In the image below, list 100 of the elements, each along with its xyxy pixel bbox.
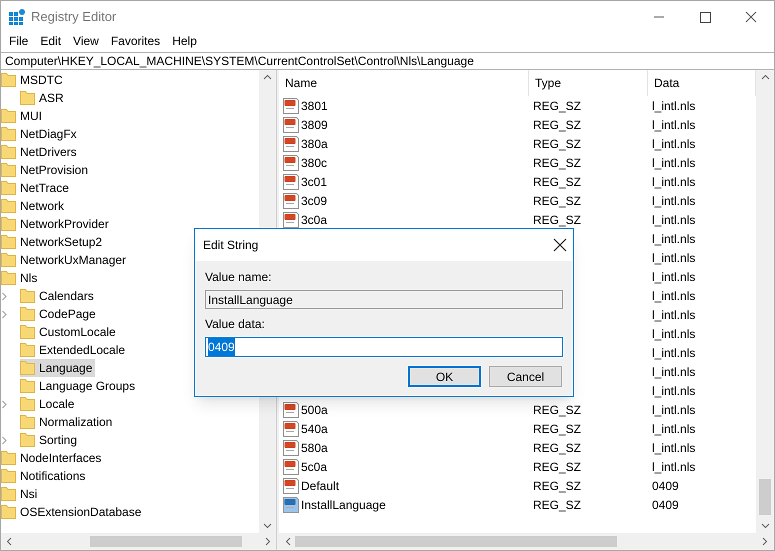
scroll-down-icon[interactable] — [760, 523, 770, 529]
value-type: REG_SZ — [533, 212, 582, 226]
scroll-up-icon[interactable] — [263, 74, 272, 80]
tree-item[interactable]: MSDTC — [1, 71, 66, 89]
tree-item[interactable]: ASR — [20, 89, 67, 107]
menu-item[interactable]: File — [3, 32, 34, 50]
value-name[interactable]: Default — [301, 476, 340, 494]
tree-item[interactable]: NetworkUxManager — [1, 251, 130, 269]
scroll-left-icon[interactable] — [6, 537, 12, 546]
tree-item[interactable]: Language Groups — [20, 377, 138, 395]
tree-item[interactable]: Normalization — [20, 413, 116, 431]
scroll-thumb[interactable] — [295, 536, 617, 547]
value-data: l_intl.nls — [652, 212, 696, 226]
tree-item[interactable]: NodeInterfaces — [1, 449, 104, 467]
value-data: l_intl.nls — [652, 136, 696, 150]
tree-item[interactable]: ExtendedLocale — [20, 341, 128, 359]
tree-item[interactable]: NetDrivers — [1, 143, 80, 161]
horizontal-scrollbar[interactable] — [279, 533, 774, 550]
value-type: REG_SZ — [533, 98, 582, 112]
tree-item[interactable]: CodePage — [20, 305, 99, 323]
folder-icon — [20, 414, 36, 430]
tree-item[interactable]: NetProvision — [1, 161, 92, 179]
value-data: l_intl.nls — [652, 174, 696, 188]
vertical-scrollbar[interactable] — [756, 70, 774, 533]
value-data: l_intl.nls — [652, 460, 696, 474]
value-type: REG_SZ — [533, 156, 582, 170]
value-name[interactable]: 3c0a — [301, 210, 328, 228]
folder-icon — [1, 198, 17, 214]
tree-item[interactable]: Sorting — [20, 431, 80, 449]
value-name[interactable]: 580a — [301, 438, 328, 456]
folder-icon — [1, 108, 17, 124]
scroll-right-icon[interactable] — [762, 537, 768, 546]
value-name[interactable]: 3809 — [301, 116, 328, 134]
folder-icon — [1, 216, 17, 232]
value-name[interactable]: 3c09 — [301, 192, 328, 210]
menu-item[interactable]: Favorites — [104, 32, 166, 50]
scroll-left-icon[interactable] — [285, 537, 291, 546]
value-data-field[interactable]: 0409 — [205, 337, 563, 357]
app-icon — [8, 8, 26, 26]
value-data: l_intl.nls — [652, 270, 696, 284]
horizontal-scrollbar[interactable] — [1, 533, 276, 550]
scroll-thumb[interactable] — [90, 536, 242, 547]
folder-icon — [1, 450, 17, 466]
field-label: Value data: — [205, 316, 266, 333]
value-type: REG_SZ — [533, 402, 582, 416]
value-name[interactable]: 380a — [301, 134, 328, 152]
folder-icon — [1, 504, 17, 520]
value-name[interactable]: 540a — [301, 420, 328, 438]
value-data: l_intl.nls — [652, 98, 696, 112]
tree-item[interactable]: OSExtensionDatabase — [1, 503, 144, 521]
tree-item[interactable]: NetworkProvider — [1, 215, 112, 233]
value-data: l_intl.nls — [652, 422, 696, 436]
value-data: l_intl.nls — [652, 250, 696, 264]
scroll-right-icon[interactable] — [265, 537, 271, 546]
tree-item[interactable]: Locale — [20, 395, 78, 413]
address-bar[interactable]: Computer\HKEY_LOCAL_MACHINE\SYSTEM\CurrentControlSet\Control\Nls\Language — [5, 52, 474, 70]
column-header[interactable]: Type — [529, 70, 648, 96]
folder-icon — [1, 126, 17, 142]
folder-icon — [20, 90, 36, 106]
tree-item[interactable]: NetTrace — [1, 179, 72, 197]
menu-item[interactable]: Edit — [34, 32, 68, 50]
value-name[interactable]: 3801 — [301, 96, 328, 114]
scroll-up-icon[interactable] — [760, 74, 770, 80]
tree-item[interactable]: Nsi — [1, 485, 40, 503]
value-type: REG_SZ — [533, 460, 582, 474]
value-name[interactable]: 500a — [301, 400, 328, 418]
tree-item[interactable]: Notifications — [1, 467, 88, 485]
tree-item[interactable]: Nls — [1, 269, 40, 287]
tree-item[interactable]: NetDiagFx — [1, 125, 80, 143]
folder-icon — [20, 306, 36, 322]
value-name[interactable]: 3c01 — [301, 172, 328, 190]
value-data: l_intl.nls — [652, 364, 696, 378]
field-label: Value name: — [205, 269, 272, 286]
scroll-thumb[interactable] — [759, 479, 771, 515]
value-type: REG_SZ — [533, 498, 582, 512]
folder-icon — [20, 360, 36, 376]
folder-icon — [1, 486, 17, 502]
value-name[interactable]: 380c — [301, 154, 328, 172]
value-data: l_intl.nls — [652, 346, 696, 360]
value-name[interactable]: 5c0a — [301, 458, 328, 476]
tree-item[interactable]: MUI — [1, 107, 45, 125]
tree-item[interactable]: Network — [1, 197, 68, 215]
menu-item[interactable]: View — [67, 32, 105, 50]
scroll-down-icon[interactable] — [263, 523, 272, 529]
dialog-button[interactable]: OK — [408, 366, 481, 387]
tree-item[interactable]: Language — [20, 359, 96, 377]
value-type: REG_SZ — [533, 422, 582, 436]
tree-item[interactable]: NetworkSetup2 — [1, 233, 106, 251]
dialog-button[interactable]: Cancel — [489, 366, 562, 387]
tree-item[interactable]: CustomLocale — [20, 323, 119, 341]
folder-icon — [1, 252, 17, 268]
folder-icon — [1, 270, 17, 286]
value-name[interactable]: InstallLanguage — [301, 496, 386, 514]
menu-item[interactable]: Help — [166, 32, 203, 50]
folder-icon — [1, 468, 17, 484]
close-icon[interactable] — [553, 238, 567, 252]
value-data: l_intl.nls — [652, 308, 696, 322]
folder-icon — [1, 234, 17, 250]
column-header[interactable]: Name — [279, 70, 529, 96]
tree-item[interactable]: Calendars — [20, 287, 97, 305]
